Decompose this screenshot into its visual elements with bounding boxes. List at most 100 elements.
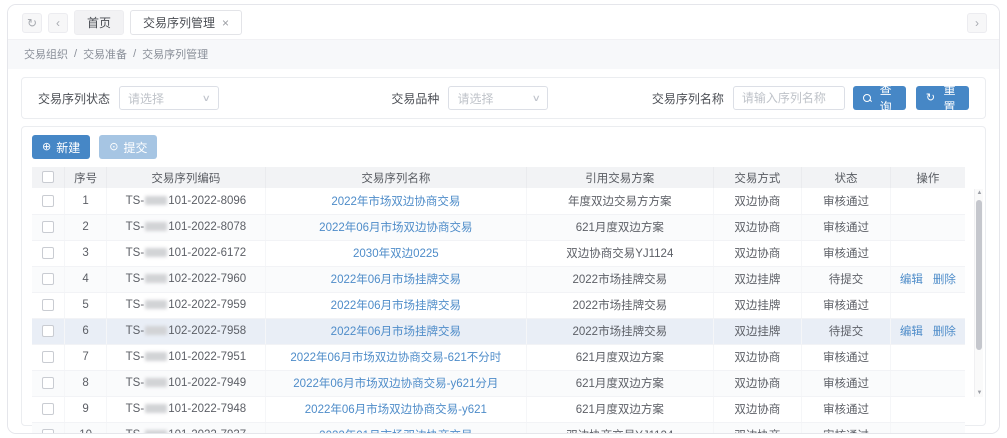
close-icon[interactable]: × xyxy=(222,16,229,30)
table-scrollbar[interactable]: ▲ ▼ xyxy=(974,189,983,397)
sequence-name-link[interactable]: 2022年市场双边协商交易 xyxy=(331,196,460,208)
page-content: 交易序列状态 请选择 ∨ 交易品种 请选择 ∨ 交易序列名称 xyxy=(8,69,999,433)
row-number: 5 xyxy=(65,292,107,318)
row-checkbox[interactable] xyxy=(42,325,54,337)
table-toolbar: ⊕ 新建 ⊙ 提交 xyxy=(32,135,975,159)
breadcrumb-item-org[interactable]: 交易组织 xyxy=(24,46,68,62)
table-row: 3 TS-101-2022-6172 2030年双边0225 双边协商交易YJ1… xyxy=(32,240,965,266)
row-checkbox[interactable] xyxy=(42,351,54,363)
search-button[interactable]: 查询 xyxy=(853,86,906,110)
header-checkbox-cell xyxy=(32,167,65,188)
sequence-code: TS-102-2022-7958 xyxy=(107,318,266,344)
row-actions xyxy=(890,422,965,434)
scroll-down-icon[interactable]: ▼ xyxy=(975,390,984,396)
status-text: 审核通过 xyxy=(802,240,891,266)
submit-button[interactable]: ⊙ 提交 xyxy=(99,135,157,159)
row-actions xyxy=(890,344,965,370)
row-checkbox-cell xyxy=(32,214,65,240)
sequence-name-link[interactable]: 2022年06月市场双边协商交易-621不分时 xyxy=(290,352,501,364)
table-row: 4 TS-102-2022-7960 2022年06月市场挂牌交易 2022市场… xyxy=(32,266,965,292)
sequence-code: TS-101-2022-7948 xyxy=(107,396,266,422)
plus-circle-icon: ⊕ xyxy=(42,142,51,153)
refresh-icon: ↻ xyxy=(27,16,37,30)
tab-home[interactable]: 首页 xyxy=(74,10,124,35)
referenced-plan: 2022市场挂牌交易 xyxy=(526,292,713,318)
sequence-name-link[interactable]: 2030年双边0225 xyxy=(353,248,439,260)
select-all-checkbox[interactable] xyxy=(42,171,54,183)
sequence-name-cell: 2022年06月市场双边协商交易-y621分月 xyxy=(265,370,526,396)
sequence-name-link[interactable]: 2022年06月市场双边协商交易-y621分月 xyxy=(293,378,498,390)
redacted-text xyxy=(145,430,167,434)
tab-scroll-right-button[interactable]: › xyxy=(967,13,987,33)
trade-method: 双边协商 xyxy=(713,370,802,396)
table-row: 7 TS-101-2022-7951 2022年06月市场双边协商交易-621不… xyxy=(32,344,965,370)
scroll-up-icon[interactable]: ▲ xyxy=(975,190,984,196)
sequence-code: TS-101-2022-6172 xyxy=(107,240,266,266)
sequence-code: TS-102-2022-7959 xyxy=(107,292,266,318)
edit-link[interactable]: 编辑 xyxy=(900,326,923,338)
row-checkbox-cell xyxy=(32,318,65,344)
row-checkbox[interactable] xyxy=(42,377,54,389)
sequence-name-link[interactable]: 2022年06月市场双边协商交易 xyxy=(319,222,472,234)
sequence-name-cell: 2022年06月市场双边协商交易-621不分时 xyxy=(265,344,526,370)
sequence-code: TS-101-2022-8096 xyxy=(107,188,266,214)
referenced-plan: 621月度双边方案 xyxy=(526,214,713,240)
sequence-name-link[interactable]: 2022年06月市场挂牌交易 xyxy=(331,300,461,312)
tab-sequence-management[interactable]: 交易序列管理 × xyxy=(130,10,242,35)
redacted-text xyxy=(145,404,167,413)
sequence-name-cell: 2022年06月市场双边协商交易-y621 xyxy=(265,396,526,422)
row-number: 6 xyxy=(65,318,107,344)
redacted-text xyxy=(145,222,167,231)
filter-name: 交易序列名称 xyxy=(652,86,845,110)
variety-label: 交易品种 xyxy=(391,90,439,107)
sequence-name-link[interactable]: 2022年06月市场双边协商交易-y621 xyxy=(305,404,487,416)
reset-button[interactable]: ↻ 重置 xyxy=(916,86,969,110)
trade-method: 双边协商 xyxy=(713,240,802,266)
row-checkbox-cell xyxy=(32,396,65,422)
table-row: 5 TS-102-2022-7959 2022年06月市场挂牌交易 2022市场… xyxy=(32,292,965,318)
row-number: 9 xyxy=(65,396,107,422)
referenced-plan: 2022市场挂牌交易 xyxy=(526,318,713,344)
sequence-name-link[interactable]: 2022年06月市场挂牌交易 xyxy=(331,326,461,338)
delete-link[interactable]: 删除 xyxy=(933,274,956,286)
submit-circle-icon: ⊙ xyxy=(109,142,118,153)
row-checkbox[interactable] xyxy=(42,221,54,233)
sequence-code: TS-101-2022-8078 xyxy=(107,214,266,240)
edit-link[interactable]: 编辑 xyxy=(900,274,923,286)
row-number: 4 xyxy=(65,266,107,292)
trade-method: 双边协商 xyxy=(713,344,802,370)
sequence-name-label: 交易序列名称 xyxy=(652,90,724,107)
row-number: 7 xyxy=(65,344,107,370)
row-checkbox[interactable] xyxy=(42,273,54,285)
column-header: 操作 xyxy=(890,167,965,188)
row-checkbox[interactable] xyxy=(42,247,54,259)
redacted-text xyxy=(145,248,167,257)
status-select[interactable]: 请选择 ∨ xyxy=(119,86,219,110)
row-checkbox[interactable] xyxy=(42,403,54,415)
back-button[interactable]: ‹ xyxy=(48,13,68,33)
column-header: 序号 xyxy=(65,167,107,188)
sequence-name-link[interactable]: 2022年01月市场双边协商交易 xyxy=(319,430,472,434)
status-label: 交易序列状态 xyxy=(38,90,110,107)
row-checkbox[interactable] xyxy=(42,299,54,311)
delete-link[interactable]: 删除 xyxy=(933,326,956,338)
breadcrumb-item-prepare[interactable]: 交易准备 xyxy=(83,46,127,62)
status-text: 待提交 xyxy=(802,266,891,292)
redacted-text xyxy=(145,196,167,205)
sequence-name-link[interactable]: 2022年06月市场挂牌交易 xyxy=(331,274,461,286)
sequence-name-input[interactable] xyxy=(733,86,845,110)
row-number: 10 xyxy=(65,422,107,434)
sequence-name-cell: 2022年01月市场双边协商交易 xyxy=(265,422,526,434)
new-button[interactable]: ⊕ 新建 xyxy=(32,135,90,159)
search-icon xyxy=(863,94,871,103)
referenced-plan: 621月度双边方案 xyxy=(526,396,713,422)
row-checkbox[interactable] xyxy=(42,195,54,207)
sequence-name-cell: 2030年双边0225 xyxy=(265,240,526,266)
scrollbar-thumb[interactable] xyxy=(976,200,982,350)
column-header: 交易方式 xyxy=(713,167,802,188)
row-checkbox[interactable] xyxy=(42,429,54,434)
row-actions xyxy=(890,292,965,318)
trade-method: 双边协商 xyxy=(713,422,802,434)
variety-select[interactable]: 请选择 ∨ xyxy=(448,86,548,110)
refresh-button[interactable]: ↻ xyxy=(22,13,42,33)
